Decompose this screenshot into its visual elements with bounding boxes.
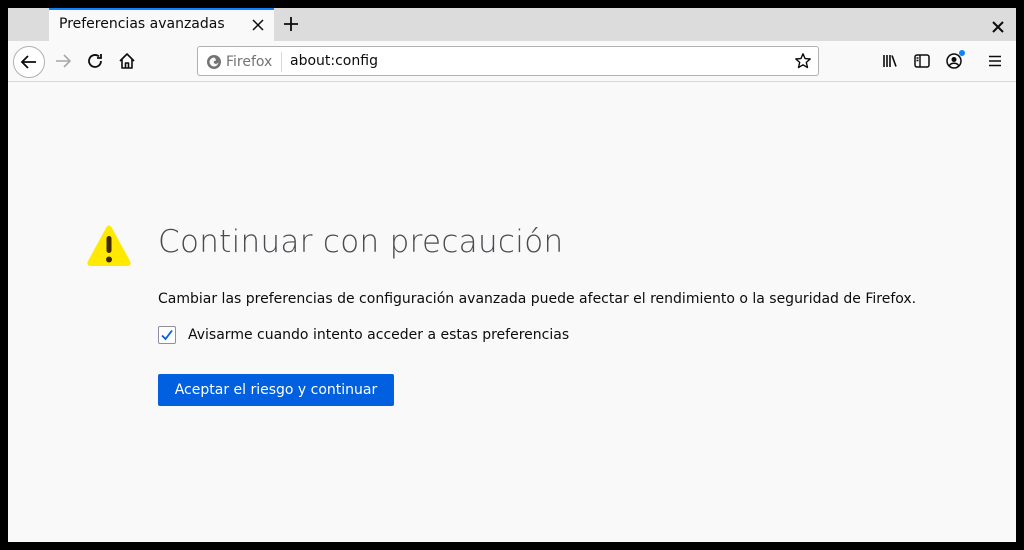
bookmark-star-icon[interactable] [794,52,812,70]
reload-button[interactable] [83,49,107,73]
sidebar-icon [914,54,930,68]
checkbox-label: Avisarme cuando intento acceder a estas … [188,327,570,343]
account-button[interactable] [942,49,966,73]
home-button[interactable] [115,49,139,73]
tab-strip: Preferencias avanzadas [8,8,1016,41]
menu-button[interactable] [983,49,1007,73]
notification-badge [959,50,965,56]
forward-button[interactable] [51,49,75,73]
firefox-icon [207,55,221,69]
library-button[interactable] [878,49,902,73]
reload-icon [88,54,102,68]
forward-icon [56,54,72,68]
browser-window: Preferencias avanzadas Firefox about:con… [8,8,1016,542]
tab-preferencias-avanzadas[interactable]: Preferencias avanzadas [49,8,274,41]
back-icon [20,55,36,69]
warning-icon [87,225,131,266]
identity-label: Firefox [226,54,273,70]
navigation-toolbar: Firefox about:config [8,41,1016,82]
warning-checkbox-row[interactable]: Avisarme cuando intento acceder a estas … [158,325,569,345]
tab-title: Preferencias avanzadas [59,16,225,32]
identity-box[interactable]: Firefox [206,53,272,71]
home-icon [119,53,135,69]
checkmark-icon [161,329,173,341]
back-button[interactable] [13,46,45,78]
sidebar-button[interactable] [910,49,934,73]
url-input[interactable]: about:config [290,53,378,69]
url-separator [281,52,282,72]
page-title: Continuar con precaución [158,224,564,260]
page-content: Continuar con precaución Cambiar las pre… [8,82,1016,542]
library-icon [883,55,897,67]
window-close-icon[interactable] [992,18,1004,33]
warning-checkbox[interactable] [158,326,176,344]
warning-description: Cambiar las preferencias de configuració… [158,291,917,307]
url-bar[interactable]: Firefox about:config [197,46,819,76]
menu-icon [989,55,1001,67]
close-tab-icon[interactable] [250,17,266,33]
accept-risk-button[interactable]: Aceptar el riesgo y continuar [158,374,394,406]
new-tab-icon[interactable] [282,15,300,33]
